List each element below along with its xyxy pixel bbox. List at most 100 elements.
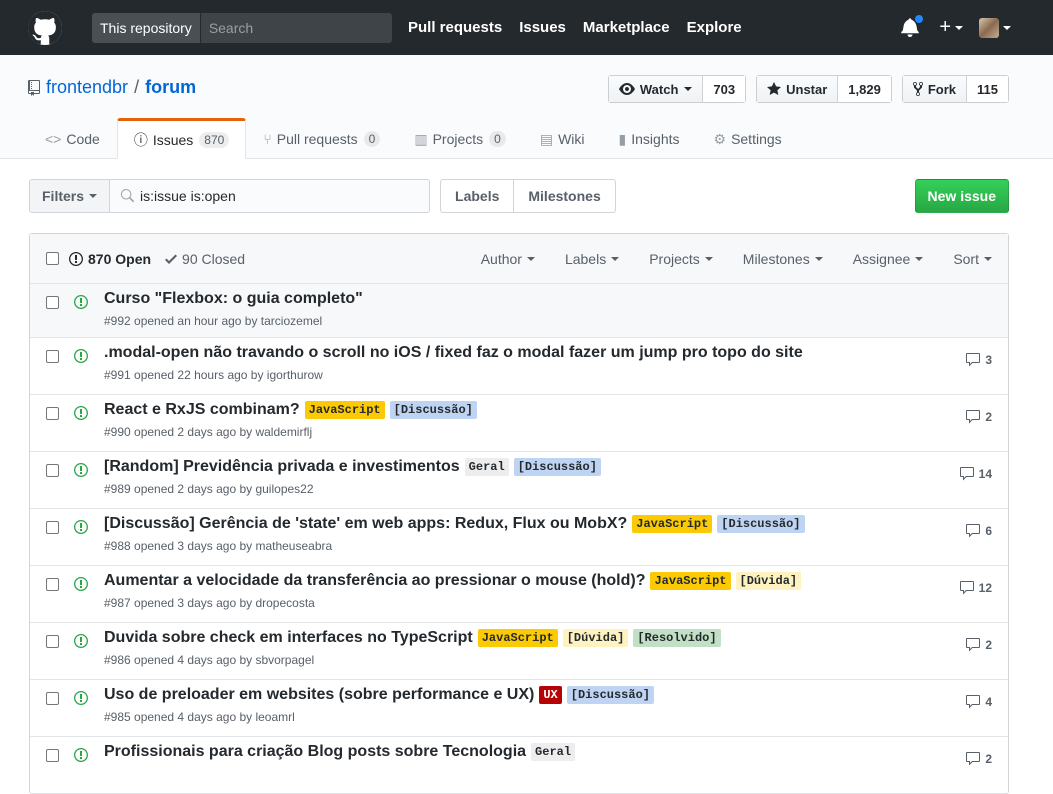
row-checkbox[interactable] [46,407,59,420]
table-row[interactable]: .modal-open não travando o scroll no iOS… [30,338,1008,395]
comments-link[interactable]: 4 [965,694,992,710]
notifications-bell-icon[interactable] [901,13,925,39]
labels-button[interactable]: Labels [441,180,513,212]
fork-label: Fork [927,81,957,97]
search-scope-label[interactable]: This repository [92,12,201,43]
issue-search-field [110,179,431,213]
row-checkbox[interactable] [46,749,59,762]
user-menu[interactable] [979,17,1011,38]
watch-count[interactable]: 703 [702,76,746,102]
sort-filter[interactable]: Sort [953,251,992,267]
issue-search-input[interactable] [140,188,421,204]
issue-label[interactable]: [Discussão] [389,401,477,419]
comments-link[interactable]: 12 [959,580,992,596]
row-checkbox[interactable] [46,296,59,309]
create-new-menu[interactable]: + [939,16,963,39]
comments-link[interactable]: 2 [965,637,992,653]
closed-issues-toggle[interactable]: 90 Closed [165,251,245,267]
filters-button[interactable]: Filters [29,179,111,213]
tab-settings[interactable]: ⚙ Settings [697,118,799,158]
repo-name-link[interactable]: forum [145,77,196,98]
issue-title-link[interactable]: React e RxJS combinam? [104,401,300,419]
table-row[interactable]: Aumentar a velocidade da transferência a… [30,566,1008,623]
milestones-button[interactable]: Milestones [513,180,614,212]
watch-button[interactable]: Watch [608,76,703,102]
star-icon [767,82,782,95]
row-checkbox[interactable] [46,464,59,477]
row-checkbox[interactable] [46,350,59,363]
row-checkbox[interactable] [46,692,59,705]
assignee-filter[interactable]: Assignee [853,251,924,267]
row-checkbox[interactable] [46,578,59,591]
nav-explore[interactable]: Explore [687,19,742,36]
issue-title-link[interactable]: Curso "Flexbox: o guia completo" [104,290,363,308]
comments-link[interactable]: 2 [965,751,992,767]
github-logo-icon[interactable] [28,10,62,45]
issue-title-link[interactable]: Aumentar a velocidade da transferência a… [104,572,645,590]
issue-label[interactable]: [Discussão] [566,686,654,704]
issue-label[interactable]: UX [539,686,562,704]
issue-label[interactable]: Geral [531,743,576,761]
nav-pull-requests[interactable]: Pull requests [408,19,502,36]
new-issue-button[interactable]: New issue [914,179,1009,213]
tab-insights[interactable]: ▮ Insights [602,118,697,158]
nav-marketplace[interactable]: Marketplace [583,19,670,36]
issue-label[interactable]: JavaScript [477,629,558,647]
comment-count: 2 [985,638,992,652]
comments-link[interactable]: 3 [965,352,992,368]
issue-label[interactable]: [Resolvido] [633,629,721,647]
issue-title-link[interactable]: [Random] Previdência privada e investime… [104,458,460,476]
select-all-checkbox[interactable] [46,252,59,265]
open-issues-toggle[interactable]: 870 Open [69,251,151,267]
issue-title-link[interactable]: [Discussão] Gerência de 'state' em web a… [104,515,627,533]
table-row[interactable]: React e RxJS combinam? JavaScript [Discuss… [30,395,1008,452]
star-count[interactable]: 1,829 [837,76,891,102]
issue-title-link[interactable]: Profissionais para criação Blog posts so… [104,743,526,761]
nav-issues[interactable]: Issues [519,19,566,36]
milestones-filter[interactable]: Milestones [743,251,823,267]
table-row[interactable]: Profissionais para criação Blog posts so… [30,737,1008,794]
issue-label[interactable]: Geral [464,458,509,476]
table-row[interactable]: [Random] Previdência privada e investime… [30,452,1008,509]
labels-filter[interactable]: Labels [564,250,620,267]
repo-owner-link[interactable]: frontendbr [46,77,128,98]
row-checkbox[interactable] [46,635,59,648]
comments-link[interactable]: 14 [959,466,992,482]
tab-code[interactable]: <> Code [28,118,117,158]
issue-label[interactable]: JavaScript [632,515,713,533]
fork-count[interactable]: 115 [966,76,1008,102]
table-row[interactable]: Curso "Flexbox: o guia completo" #992 op… [30,284,1008,338]
tab-projects[interactable]: ▥ Projects 0 [397,118,523,158]
issue-label[interactable]: [Dúvida] [735,572,802,590]
issue-title-link[interactable]: Duvida sobre check em interfaces no Type… [104,629,473,647]
assignee-filter-label: Assignee [852,250,911,267]
issue-label[interactable]: [Discussão] [513,458,601,476]
projects-filter[interactable]: Projects [649,251,713,267]
issue-label[interactable]: [Discussão] [717,515,805,533]
table-row[interactable]: Uso de preloader em websites (sobre perf… [30,680,1008,737]
unstar-button[interactable]: Unstar [757,76,838,102]
issue-label[interactable]: JavaScript [650,572,731,590]
repo-icon [28,79,40,96]
comments-link[interactable]: 6 [965,523,992,539]
issue-title-line: Uso de preloader em websites (sobre perf… [104,686,654,704]
tab-pull-requests[interactable]: ⑂ Pull requests 0 [246,118,397,158]
issue-label[interactable]: [Dúvida] [562,629,629,647]
labels-filter-label: Labels [564,250,607,267]
plus-icon: + [939,16,951,38]
search-input[interactable] [200,12,392,43]
comments-link[interactable]: 2 [965,409,992,425]
table-row[interactable]: Duvida sobre check em interfaces no Type… [30,623,1008,680]
issue-title-link[interactable]: Uso de preloader em websites (sobre perf… [104,686,534,704]
issue-title-line: Profissionais para criação Blog posts so… [104,743,576,761]
global-search: This repository [92,12,392,43]
row-checkbox[interactable] [46,521,59,534]
tab-issues[interactable]: ⓘ Issues 870 [116,118,247,159]
issue-title-link[interactable]: .modal-open não travando o scroll no iOS… [104,344,803,362]
table-row[interactable]: [Discussão] Gerência de 'state' em web a… [30,509,1008,566]
fork-button[interactable]: Fork [902,76,967,102]
comment-icon [966,353,981,367]
tab-wiki[interactable]: ▤ Wiki [523,118,602,158]
issue-label[interactable]: JavaScript [304,401,385,419]
author-filter[interactable]: Author [481,251,535,267]
